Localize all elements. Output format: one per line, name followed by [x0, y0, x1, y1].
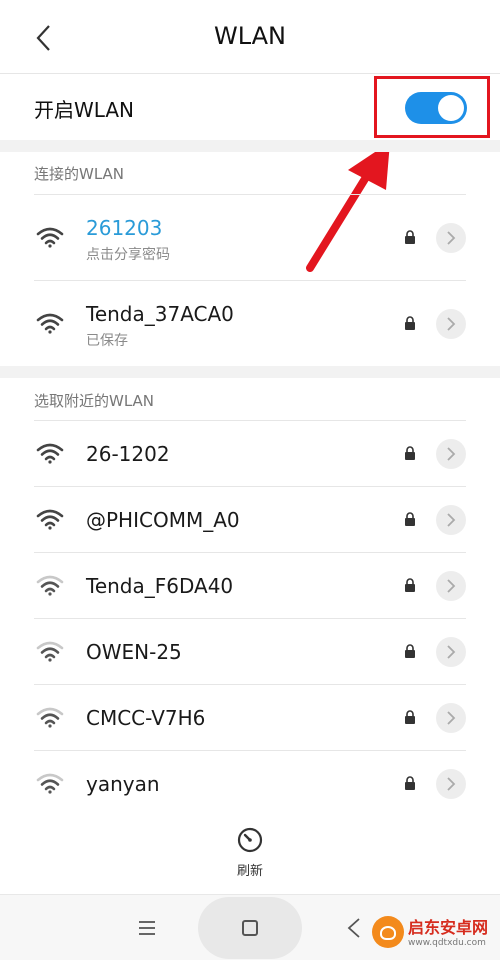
- page-title: WLAN: [213, 22, 287, 50]
- lock-icon: [405, 446, 415, 460]
- network-subtitle: 已保存: [86, 333, 128, 349]
- section-divider: [0, 140, 500, 152]
- refresh-label: 刷新: [236, 864, 263, 879]
- row-divider: [34, 552, 466, 553]
- wifi-strong-icon: [36, 313, 64, 334]
- wifi-weak-icon: [36, 773, 64, 794]
- watermark-logo-icon: [372, 916, 404, 948]
- chevron-right-icon: [447, 711, 456, 725]
- network-name: 261203: [86, 216, 163, 240]
- lock-icon: [405, 316, 415, 330]
- wifi-weak-icon: [36, 707, 64, 728]
- network-details-button[interactable]: [436, 571, 466, 601]
- section-divider: [0, 366, 500, 378]
- watermark: 启东安卓网 www.qdtxdu.com: [372, 912, 496, 958]
- lock-icon: [405, 776, 415, 790]
- network-name: CMCC-V7H6: [86, 706, 206, 730]
- nearby-section-header: 选取附近的WLAN: [34, 392, 155, 410]
- network-row-26-1202[interactable]: 26-1202: [0, 420, 500, 486]
- home-square-icon: [242, 920, 258, 936]
- connected-section-header: 连接的WLAN: [34, 165, 125, 183]
- network-subtitle: 点击分享密码: [86, 247, 170, 263]
- wlan-toggle-label: 开启WLAN: [34, 98, 135, 122]
- row-divider: [34, 684, 466, 685]
- network-row-261203[interactable]: 261203 点击分享密码: [0, 194, 500, 280]
- network-name: 26-1202: [86, 442, 170, 466]
- wifi-weak-icon: [36, 641, 64, 662]
- network-name: yanyan: [86, 772, 160, 796]
- chevron-right-icon: [447, 317, 456, 331]
- lock-icon: [405, 512, 415, 526]
- network-name: Tenda_F6DA40: [86, 574, 234, 598]
- chevron-right-icon: [447, 777, 456, 791]
- network-details-button[interactable]: [436, 439, 466, 469]
- top-bar: WLAN: [0, 0, 500, 74]
- lock-icon: [405, 644, 415, 658]
- chevron-right-icon: [447, 231, 456, 245]
- menu-icon[interactable]: [136, 919, 158, 937]
- network-row-cmcc-v7h6[interactable]: CMCC-V7H6: [0, 684, 500, 750]
- network-details-button[interactable]: [436, 505, 466, 535]
- wifi-weak-icon: [36, 575, 64, 596]
- lock-icon: [405, 710, 415, 724]
- row-divider: [34, 750, 466, 751]
- network-row-yanyan[interactable]: yanyan: [0, 750, 500, 816]
- network-details-button[interactable]: [436, 769, 466, 799]
- row-divider: [34, 194, 466, 195]
- row-divider: [34, 618, 466, 619]
- network-row-tenda-f6da40[interactable]: Tenda_F6DA40: [0, 552, 500, 618]
- back-triangle-icon[interactable]: [346, 917, 362, 939]
- watermark-logo-mark: [380, 926, 396, 940]
- chevron-right-icon: [447, 513, 456, 527]
- wifi-strong-icon: [36, 443, 64, 464]
- network-details-button[interactable]: [436, 309, 466, 339]
- chevron-right-icon: [447, 645, 456, 659]
- refresh-icon: [237, 827, 263, 853]
- network-details-button[interactable]: [436, 703, 466, 733]
- wifi-strong-icon: [36, 227, 64, 248]
- network-details-button[interactable]: [436, 637, 466, 667]
- watermark-title: 启东安卓网: [408, 918, 489, 937]
- network-name: Tenda_37ACA0: [86, 302, 234, 326]
- watermark-url: www.qdtxdu.com: [408, 938, 486, 948]
- refresh-button[interactable]: 刷新: [220, 826, 280, 884]
- network-name: @PHICOMM_A0: [86, 508, 240, 532]
- chevron-right-icon: [447, 579, 456, 593]
- chevron-right-icon: [447, 447, 456, 461]
- lock-icon: [405, 230, 415, 244]
- network-row-tenda-37aca0[interactable]: Tenda_37ACA0 已保存: [0, 280, 500, 366]
- network-details-button[interactable]: [436, 223, 466, 253]
- row-divider: [34, 280, 466, 281]
- wlan-toggle-switch[interactable]: [405, 92, 467, 124]
- row-divider: [34, 486, 466, 487]
- network-row-owen-25[interactable]: OWEN-25: [0, 618, 500, 684]
- network-row-phicomm-a0[interactable]: @PHICOMM_A0: [0, 486, 500, 552]
- network-name: OWEN-25: [86, 640, 182, 664]
- switch-knob: [438, 95, 464, 121]
- wifi-strong-icon: [36, 509, 64, 530]
- row-divider: [34, 420, 466, 421]
- lock-icon: [405, 578, 415, 592]
